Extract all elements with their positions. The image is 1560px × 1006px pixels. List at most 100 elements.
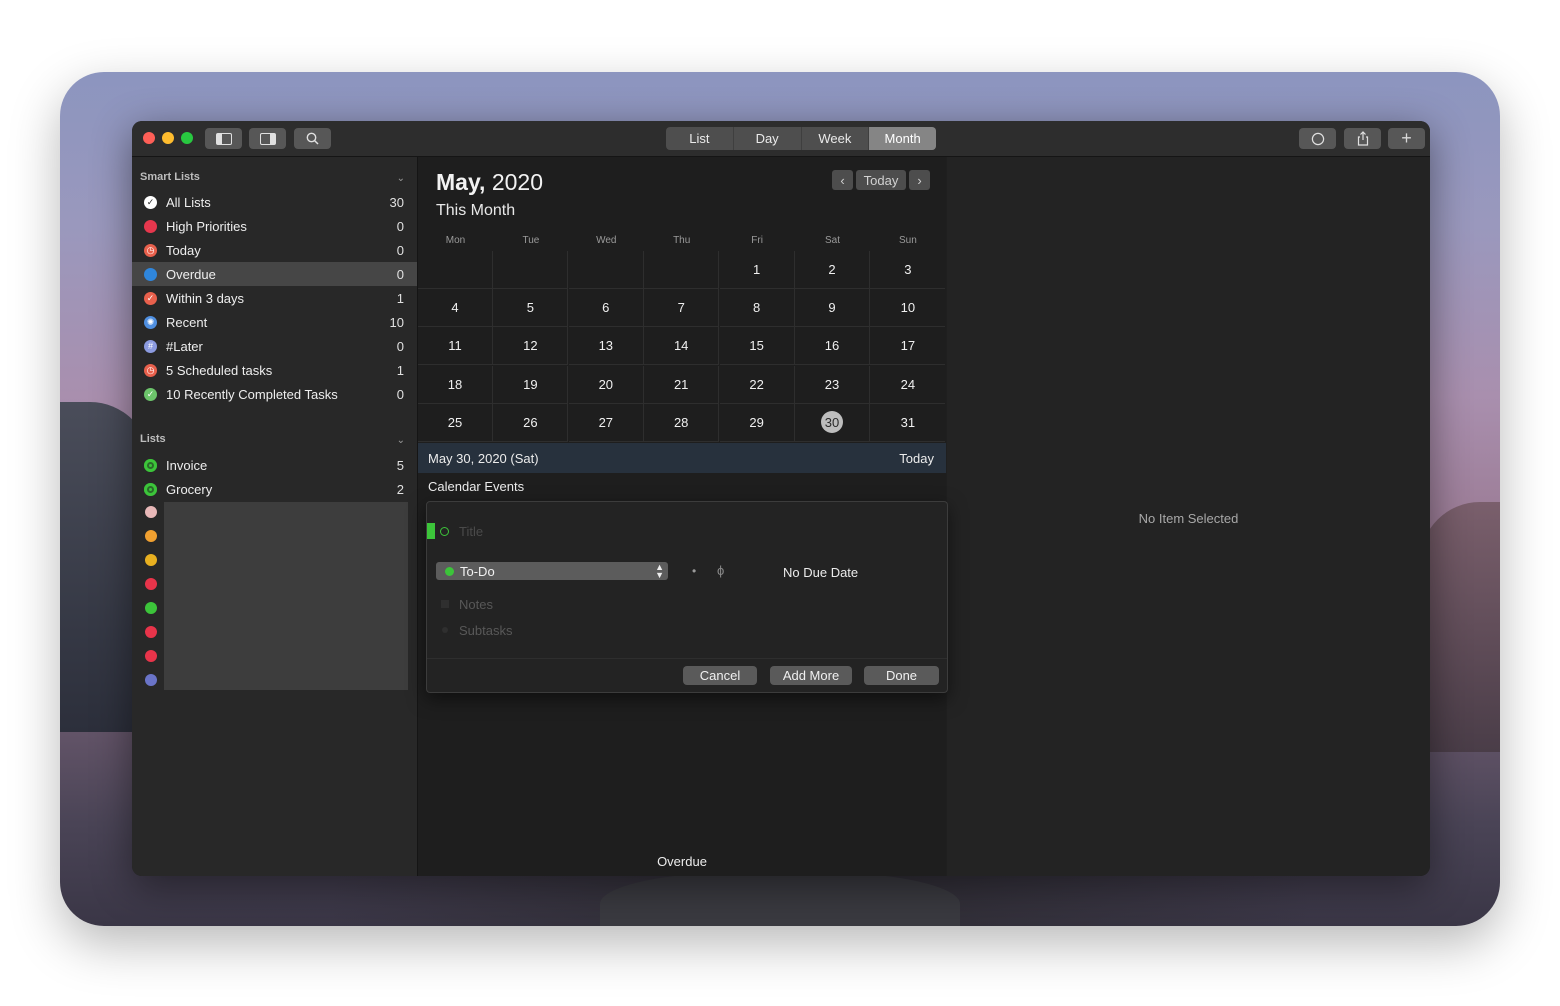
chevron-right-icon: ›: [917, 172, 922, 188]
updown-chevron-icon: ▲ ▼: [655, 562, 664, 580]
day-cell[interactable]: 26: [493, 403, 569, 442]
day-cell[interactable]: 23: [795, 365, 870, 404]
day-number: 20: [598, 376, 614, 392]
sidebar-item-recent[interactable]: ✺ Recent 10: [132, 310, 417, 334]
add-more-button[interactable]: Add More: [770, 666, 852, 685]
search-button[interactable]: [294, 128, 331, 149]
day-cell[interactable]: 27: [568, 403, 644, 442]
day-cell[interactable]: [568, 251, 644, 289]
tab-week[interactable]: Week: [802, 127, 870, 150]
day-cell[interactable]: 2: [795, 251, 870, 289]
list-color-dot[interactable]: [145, 578, 157, 590]
share-button[interactable]: [1344, 128, 1381, 149]
list-color-dot[interactable]: [145, 506, 157, 518]
day-cell[interactable]: 31: [870, 404, 946, 442]
list-color-dot[interactable]: [145, 602, 157, 614]
tab-day[interactable]: Day: [734, 127, 802, 150]
day-cell[interactable]: 22: [719, 365, 795, 404]
day-cell[interactable]: 4: [418, 289, 493, 328]
list-color-bar: [427, 523, 435, 539]
day-cell[interactable]: 25: [418, 403, 493, 442]
list-select[interactable]: To-Do ▲ ▼: [436, 562, 668, 580]
day-cell[interactable]: 10: [870, 289, 946, 328]
sidebar-item-later[interactable]: # #Later 0: [132, 334, 417, 358]
sidebar-item-within-3-days[interactable]: ✓ Within 3 days 1: [132, 286, 417, 310]
sidebar-item-recently-completed[interactable]: ✓ 10 Recently Completed Tasks 0: [132, 382, 417, 406]
sidebar-item-label: All Lists: [166, 194, 211, 210]
toggle-sidebar-button[interactable]: [205, 128, 242, 149]
sidebar-item-all-lists[interactable]: ✓ All Lists 30: [132, 190, 417, 214]
day-cell[interactable]: 5: [493, 289, 569, 328]
list-color-dot[interactable]: [145, 530, 157, 542]
day-cell[interactable]: 12: [493, 327, 569, 366]
hashtag-icon: #: [144, 339, 157, 353]
chevron-down-icon[interactable]: ⌄: [397, 435, 405, 446]
sidebar-item-high-priorities[interactable]: High Priorities 0: [132, 214, 417, 238]
next-month-button[interactable]: ›: [909, 170, 930, 190]
zoom-window-button[interactable]: [181, 132, 193, 144]
prev-month-button[interactable]: ‹: [832, 170, 853, 190]
sidebar-item-label: Recent: [166, 314, 208, 330]
close-window-button[interactable]: [143, 132, 155, 144]
month-grid: 1 2 3 4 5 6 7 8 9 10 11 12 13 14 15 16 17 18 19 20 21 22 23 24 2…: [418, 251, 946, 443]
day-cell[interactable]: 18: [418, 365, 493, 404]
day-cell[interactable]: 8: [719, 289, 795, 328]
tab-month[interactable]: Month: [869, 127, 936, 150]
list-color-dot[interactable]: [145, 674, 157, 686]
day-cell[interactable]: 28: [644, 403, 720, 442]
notes-input[interactable]: Notes: [459, 597, 493, 612]
priority-dot-icon[interactable]: •: [692, 564, 696, 578]
day-cell[interactable]: 3: [870, 251, 946, 289]
day-cell[interactable]: 15: [719, 327, 795, 366]
list-color-dot[interactable]: [145, 626, 157, 638]
day-cell[interactable]: 13: [568, 327, 644, 366]
today-button[interactable]: Today: [856, 170, 906, 190]
toggle-detail-button[interactable]: [249, 128, 286, 149]
sidebar-item-overdue[interactable]: Overdue 0: [132, 262, 417, 286]
done-button[interactable]: Done: [864, 666, 939, 685]
sidebar-item-label: #Later: [166, 338, 203, 354]
sidebar-item-today[interactable]: ◷ Today 0: [132, 238, 417, 262]
day-cell[interactable]: 11: [418, 327, 493, 366]
minimize-window-button[interactable]: [162, 132, 174, 144]
add-task-button[interactable]: +: [1388, 128, 1425, 149]
day-cell[interactable]: 7: [644, 289, 720, 328]
today-badge: Today: [899, 450, 934, 466]
title-input[interactable]: Title: [459, 524, 483, 539]
due-date-button[interactable]: No Due Date: [783, 565, 858, 580]
day-cell[interactable]: 20: [568, 365, 644, 404]
completed-icon: ✓: [144, 387, 157, 401]
day-number: 24: [900, 376, 916, 392]
day-number: 10: [900, 300, 916, 316]
day-cell[interactable]: [418, 251, 493, 289]
day-cell[interactable]: 16: [795, 327, 870, 366]
lightning-icon[interactable]: ϕ: [717, 563, 724, 578]
day-cell[interactable]: 17: [870, 327, 946, 366]
day-cell[interactable]: 21: [644, 365, 720, 404]
list-color-dot[interactable]: [145, 650, 157, 662]
tab-list[interactable]: List: [666, 127, 734, 150]
sidebar-item-invoice[interactable]: Invoice 5: [132, 453, 417, 477]
cancel-button[interactable]: Cancel: [683, 666, 757, 685]
checkbox-circle-icon[interactable]: [440, 527, 449, 536]
subtasks-input[interactable]: Subtasks: [459, 623, 512, 638]
day-cell[interactable]: 1: [719, 251, 795, 289]
sidebar-item-scheduled[interactable]: ◷ 5 Scheduled tasks 1: [132, 358, 417, 382]
sidebar-item-grocery[interactable]: Grocery 2: [132, 477, 417, 501]
day-cell[interactable]: 9: [795, 289, 870, 328]
day-cell[interactable]: 24: [870, 366, 946, 404]
list-color-dot: [144, 458, 157, 472]
day-cell[interactable]: 14: [644, 327, 720, 366]
day-cell[interactable]: 6: [568, 289, 644, 328]
day-cell[interactable]: [644, 251, 720, 289]
day-number: 23: [824, 376, 840, 392]
complete-button[interactable]: [1299, 128, 1336, 149]
day-cell[interactable]: 29: [719, 403, 795, 442]
day-cell[interactable]: 19: [493, 365, 569, 404]
chevron-down-icon[interactable]: ⌄: [397, 173, 405, 184]
list-color-dot[interactable]: [145, 554, 157, 566]
day-number: 29: [749, 414, 764, 430]
day-cell[interactable]: 30: [795, 403, 870, 442]
sidebar-item-count: 30: [389, 194, 404, 210]
day-cell[interactable]: [493, 251, 569, 289]
